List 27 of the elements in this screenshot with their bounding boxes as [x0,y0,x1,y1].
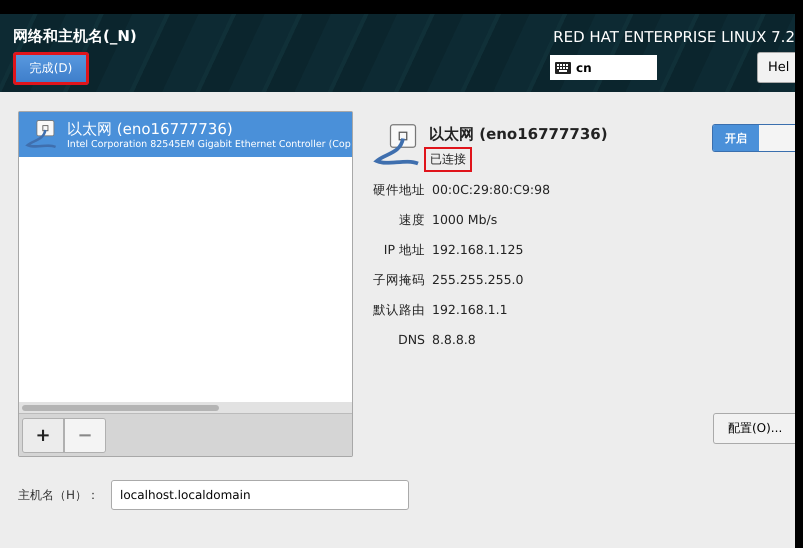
keyboard-layout-field[interactable]: cn [550,55,657,80]
property-value: 192.168.1.1 [432,302,509,319]
property-value: 255.255.255.0 [432,272,524,289]
connection-status: 已连接 [424,147,472,172]
property-value: 8.8.8.8 [432,332,477,347]
hostname-label: 主机名（H）： [18,486,100,504]
property-label: 硬件地址 [373,182,425,199]
property-label: IP 地址 [382,242,425,259]
property-value: 1000 Mb/s [432,212,498,229]
property-label: 默认路由 [373,302,425,319]
device-title: 以太网 (eno16777736) [429,125,608,144]
product-name: RED HAT ENTERPRISE LINUX 7.2 [553,28,795,46]
scrollbar-thumb[interactable] [22,404,219,410]
configure-button[interactable]: 配置(O)... [713,413,795,444]
property-label: 子网掩码 [373,272,425,289]
property-label: 速度 [398,212,425,229]
help-button[interactable]: Hel [757,52,795,83]
device-description: Intel Corporation 82545EM Gigabit Ethernet Controller (Cop [67,138,351,150]
device-name: 以太网 (eno16777736) [67,120,234,138]
hostname-field[interactable]: localhost.localdomain [111,480,409,510]
done-button[interactable]: 完成(D) [13,52,89,85]
keyboard-icon [555,62,571,74]
page-title: 网络和主机名(_N) [13,27,137,46]
property-value: 192.168.1.125 [432,242,524,259]
property-value: 00:0C:29:80:C9:98 [432,182,552,199]
add-button[interactable]: + [22,418,64,452]
property-label: DNS [397,332,425,347]
